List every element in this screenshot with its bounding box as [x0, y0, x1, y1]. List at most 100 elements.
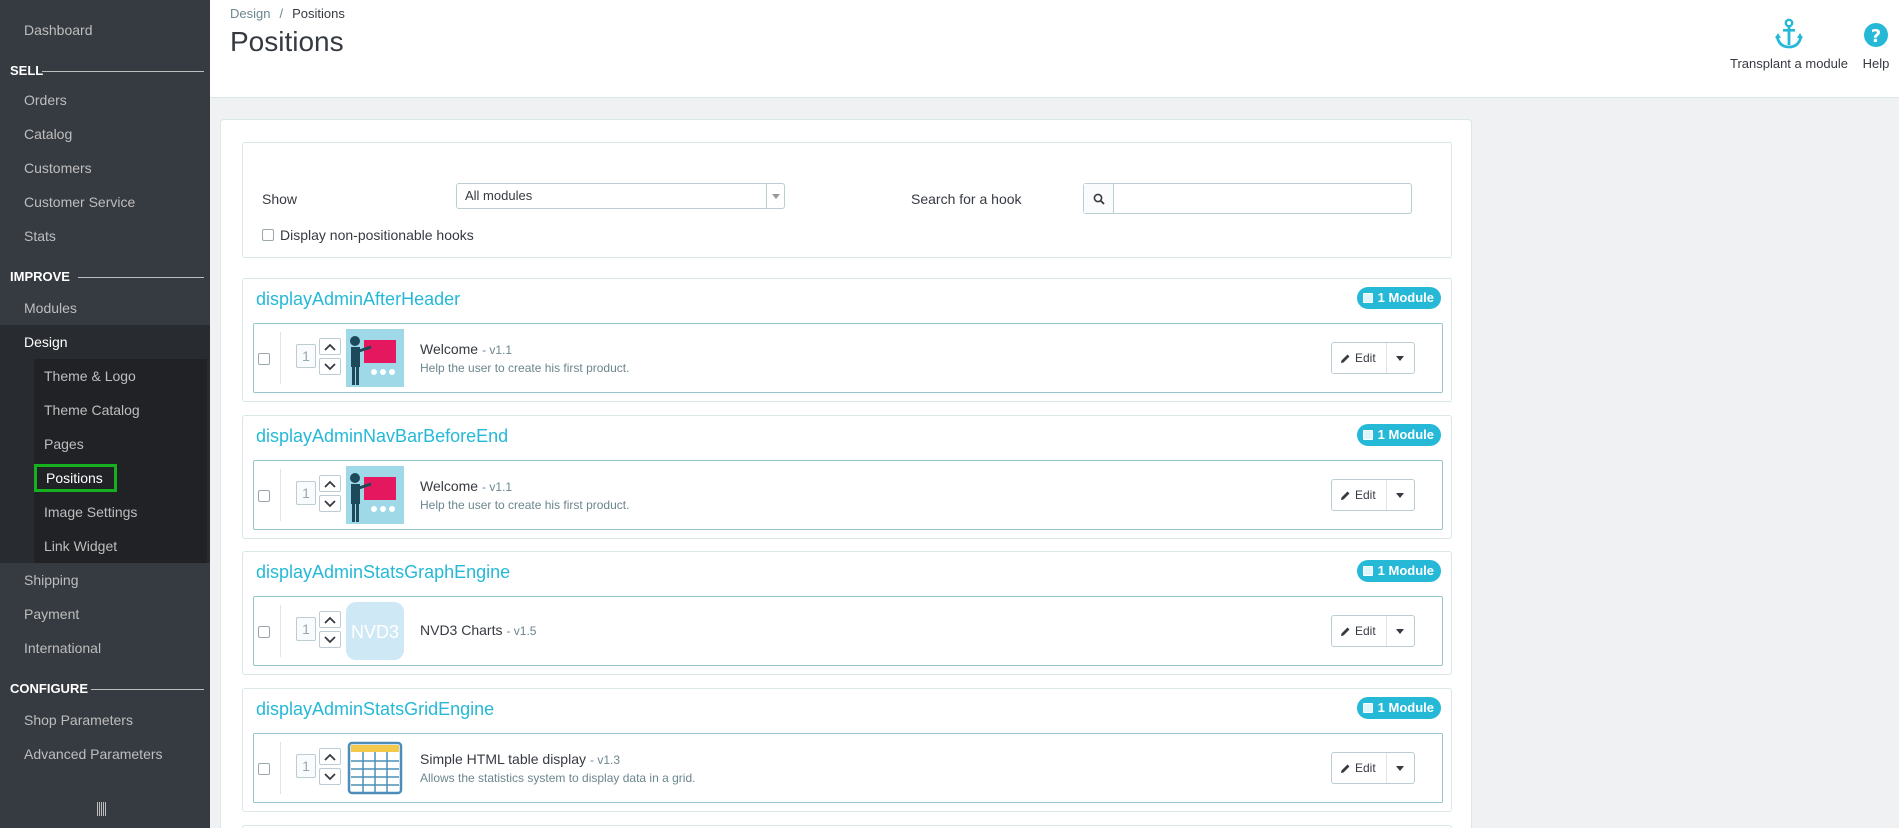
sidebar-subitem-positions[interactable]: Positions — [34, 461, 207, 495]
hook-title[interactable]: displayAdminStatsGridEngine — [256, 699, 494, 720]
move-up-button[interactable] — [319, 338, 341, 355]
move-down-button[interactable] — [319, 358, 341, 375]
edit-button[interactable]: Edit — [1332, 616, 1387, 646]
module-box-icon — [1362, 703, 1373, 713]
edit-dropdown-toggle[interactable] — [1386, 480, 1414, 510]
breadcrumb-separator: / — [279, 6, 284, 21]
module-box-icon — [1362, 293, 1373, 303]
move-up-button[interactable] — [319, 475, 341, 492]
module-description: Help the user to create his first produc… — [420, 361, 630, 375]
section-divider — [78, 277, 204, 278]
transplant-module-button[interactable]: Transplant a module — [1728, 18, 1850, 71]
breadcrumb-link-design[interactable]: Design — [230, 6, 270, 21]
sidebar-subitem-theme-logo[interactable]: Theme & Logo — [34, 359, 207, 393]
page-title: Positions — [230, 26, 344, 57]
badge-label: 1 Module — [1377, 700, 1434, 715]
module-name: Simple HTML table display - v1.3 — [420, 751, 620, 767]
sidebar-item-customers[interactable]: Customers — [0, 151, 210, 185]
edit-label: Edit — [1355, 761, 1376, 775]
position-number: 1 — [296, 754, 316, 778]
sidebar-item-shipping[interactable]: Shipping — [0, 563, 210, 597]
nonpositionable-hooks-label: Display non-positionable hooks — [280, 227, 474, 243]
sidebar-item-dashboard[interactable]: Dashboard — [0, 13, 210, 47]
move-down-button[interactable] — [319, 495, 341, 512]
module-box-icon — [1362, 430, 1373, 440]
edit-dropdown-toggle[interactable] — [1386, 753, 1414, 783]
move-up-button[interactable] — [319, 611, 341, 628]
sidebar-subitem-image-settings[interactable]: Image Settings — [34, 495, 207, 529]
chevron-down-icon — [324, 772, 336, 780]
edit-button-group: Edit — [1331, 615, 1415, 647]
nonpositionable-hooks-checkbox[interactable] — [262, 229, 274, 242]
sidebar-item-payment[interactable]: Payment — [0, 597, 210, 631]
module-version: - v1.5 — [506, 624, 537, 638]
edit-dropdown-toggle[interactable] — [1386, 343, 1414, 373]
sidebar-subitem-pages[interactable]: Pages — [34, 427, 207, 461]
module-select-checkbox[interactable] — [258, 763, 270, 775]
show-label: Show — [262, 191, 298, 207]
sidebar-item-modules[interactable]: Modules — [0, 291, 210, 325]
edit-label: Edit — [1355, 351, 1376, 365]
badge-label: 1 Module — [1377, 563, 1434, 578]
sidebar-item-international[interactable]: International — [0, 631, 210, 665]
filter-box: Show All modules Search for a hook Displ… — [242, 142, 1452, 258]
position-number: 1 — [296, 344, 316, 368]
sidebar-subitem-theme-catalog[interactable]: Theme Catalog — [34, 393, 207, 427]
move-down-button[interactable] — [319, 631, 341, 648]
sidebar-item-design[interactable]: Design — [0, 325, 210, 359]
chevron-down-icon — [324, 635, 336, 643]
badge-label: 1 Module — [1377, 427, 1434, 442]
move-down-button[interactable] — [319, 768, 341, 785]
edit-label: Edit — [1355, 624, 1376, 638]
module-select-checkbox[interactable] — [258, 626, 270, 638]
search-hook-input[interactable] — [1115, 184, 1411, 213]
module-name: NVD3 Charts - v1.5 — [420, 622, 536, 638]
welcome-icon — [346, 329, 404, 387]
module-name: Welcome - v1.1 — [420, 341, 512, 357]
sidebar-subitem-link-widget[interactable]: Link Widget — [34, 529, 207, 563]
show-modules-select[interactable]: All modules — [456, 183, 785, 209]
help-button[interactable]: ? Help — [1859, 18, 1893, 71]
hook-title[interactable]: displayAdminNavBarBeforeEnd — [256, 426, 508, 447]
module-name-text: Simple HTML table display — [420, 751, 586, 767]
edit-dropdown-toggle[interactable] — [1386, 616, 1414, 646]
module-description: Allows the statistics system to display … — [420, 771, 696, 785]
badge-label: 1 Module — [1377, 290, 1434, 305]
transplant-module-label: Transplant a module — [1729, 56, 1849, 71]
sidebar-item-shop-parameters[interactable]: Shop Parameters — [0, 703, 210, 737]
module-select-checkbox[interactable] — [258, 490, 270, 502]
module-row: 1 Welcome - v1.1 Help the user to create … — [253, 460, 1443, 530]
sidebar-item-orders[interactable]: Orders — [0, 83, 210, 117]
nonpositionable-hooks-option[interactable]: Display non-positionable hooks — [262, 227, 474, 243]
sidebar-item-catalog[interactable]: Catalog — [0, 117, 210, 151]
search-hook-group — [1083, 183, 1412, 214]
hook-block: displayAdminNavBarBeforeEnd 1 Module 1 W… — [242, 415, 1452, 539]
sidebar-item-advanced-parameters[interactable]: Advanced Parameters — [0, 737, 210, 771]
module-name-text: Welcome — [420, 478, 479, 494]
anchor-icon — [1775, 18, 1803, 49]
hook-title[interactable]: displayAdminAfterHeader — [256, 289, 460, 310]
nvd3-icon: NVD3 — [346, 602, 404, 660]
pencil-icon — [1341, 354, 1350, 363]
show-modules-value: All modules — [465, 188, 533, 203]
hook-title[interactable]: displayAdminStatsGraphEngine — [256, 562, 510, 583]
module-count-badge: 1 Module — [1356, 287, 1441, 309]
section-divider — [42, 71, 204, 72]
sidebar-item-stats[interactable]: Stats — [0, 219, 210, 253]
module-box-icon — [1362, 566, 1373, 576]
design-submenu: Theme & Logo Theme Catalog Pages Positio… — [0, 359, 210, 563]
edit-button[interactable]: Edit — [1332, 753, 1387, 783]
sidebar-collapse-icon[interactable] — [97, 802, 111, 816]
edit-button[interactable]: Edit — [1332, 480, 1387, 510]
sidebar: Dashboard SELL Orders Catalog Customers … — [0, 0, 210, 828]
module-name-text: NVD3 Charts — [420, 622, 503, 638]
chevron-down-icon — [324, 499, 336, 507]
positions-panel: Show All modules Search for a hook Displ… — [220, 119, 1472, 828]
edit-button[interactable]: Edit — [1332, 343, 1387, 373]
sidebar-item-customer-service[interactable]: Customer Service — [0, 185, 210, 219]
module-count-badge: 1 Module — [1356, 424, 1441, 446]
position-number: 1 — [296, 617, 316, 641]
move-up-button[interactable] — [319, 748, 341, 765]
breadcrumb-current: Positions — [292, 6, 345, 21]
module-select-checkbox[interactable] — [258, 353, 270, 365]
